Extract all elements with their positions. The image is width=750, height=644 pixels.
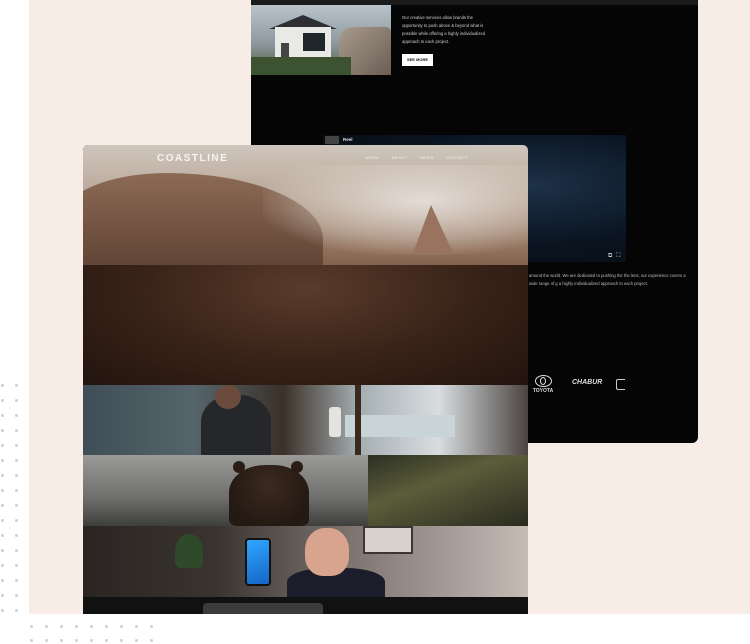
decorative-dot — [90, 639, 93, 642]
decorative-dot — [60, 625, 63, 628]
decorative-dot — [1, 504, 4, 507]
decorative-dot — [1, 474, 4, 477]
decorative-dot — [150, 625, 153, 628]
decorative-dot — [60, 639, 63, 642]
hero-coastline-image: COASTLINE WORK ABOUT NEWS CONTACT — [83, 145, 528, 385]
work-tile-bear[interactable] — [83, 455, 528, 526]
fullscreen-icon[interactable]: ⛶ — [616, 252, 620, 260]
decorative-dot — [90, 625, 93, 628]
decorative-dot — [1, 609, 4, 612]
video-channel-thumbnail — [325, 136, 339, 144]
decorative-dot — [15, 564, 18, 567]
bear-ear-left — [233, 461, 245, 473]
decorative-dot — [15, 444, 18, 447]
smartphone-screen — [245, 538, 271, 586]
decorative-dot — [15, 474, 18, 477]
decorative-dot — [15, 399, 18, 402]
client-logo-toyota: TOYOTA — [532, 375, 554, 395]
decorative-dot — [1, 384, 4, 387]
decorative-dot — [30, 639, 33, 642]
toyota-emblem-icon — [534, 375, 552, 387]
tile-smiling-man — [287, 528, 385, 597]
decorative-dot — [45, 639, 48, 642]
decorative-dot — [1, 549, 4, 552]
tile-tree — [355, 385, 361, 455]
see-more-button[interactable]: SEE MORE — [402, 54, 433, 66]
decorative-dot — [15, 594, 18, 597]
tile-water-bottle — [329, 407, 341, 437]
decorative-dot — [1, 444, 4, 447]
decorative-dot — [1, 429, 4, 432]
decorative-dot — [105, 625, 108, 628]
decorative-dot — [15, 489, 18, 492]
decorative-dot — [15, 609, 18, 612]
nav-about[interactable]: ABOUT — [391, 155, 407, 161]
decorative-dot — [1, 579, 4, 582]
decorative-dot — [135, 639, 138, 642]
about-paragraph: Our creative services allow brands the o… — [402, 15, 486, 44]
nav-news[interactable]: NEWS — [420, 155, 434, 161]
decorative-dot — [1, 459, 4, 462]
client-logo-partial — [616, 379, 625, 390]
house-window — [303, 33, 325, 51]
decorative-dot — [1, 519, 4, 522]
man-head — [305, 528, 349, 576]
picture-in-picture-icon[interactable]: ⧉ — [608, 252, 612, 260]
decorative-dot — [1, 564, 4, 567]
tile-foliage — [368, 455, 528, 526]
decorative-dot — [1, 594, 4, 597]
nav-work[interactable]: WORK — [365, 155, 379, 161]
front-page-window: COASTLINE WORK ABOUT NEWS CONTACT — [83, 145, 528, 614]
toyota-wordmark: TOYOTA — [532, 388, 554, 394]
decorative-dot — [15, 384, 18, 387]
decorative-dot — [15, 504, 18, 507]
decorative-dot — [120, 625, 123, 628]
client-logo-chabur: CHABUR — [572, 379, 603, 386]
bear-figure — [229, 465, 309, 526]
decorative-dot — [75, 639, 78, 642]
decorative-dot — [1, 399, 4, 402]
decorative-dot — [150, 639, 153, 642]
house-lawn — [251, 57, 351, 75]
tile-object — [203, 603, 323, 614]
decorative-dot — [15, 549, 18, 552]
video-title: Reel — [343, 137, 353, 142]
intro-paragraph-fragment: around the world. We are dedicated to pu… — [529, 273, 686, 286]
decorative-dot — [1, 414, 4, 417]
decorative-dot — [15, 579, 18, 582]
decorative-dot — [135, 625, 138, 628]
decorative-dot — [30, 625, 33, 628]
decorative-dot — [15, 414, 18, 417]
hero-foreground-shrubs — [83, 265, 528, 385]
decorative-dot — [1, 534, 4, 537]
bear-ear-right — [291, 461, 303, 473]
decorative-dot — [15, 534, 18, 537]
decorative-dot — [75, 625, 78, 628]
work-tile-partial[interactable] — [83, 597, 528, 614]
tile-person-head — [215, 385, 241, 409]
hero-sea-stack — [413, 205, 453, 253]
work-tile-outdoor-bottle[interactable] — [83, 385, 528, 455]
tile-ocean-background — [345, 415, 455, 437]
hero-mist — [263, 165, 528, 255]
decorative-dot — [15, 459, 18, 462]
tile-houseplant — [175, 534, 203, 568]
decorative-dot — [105, 639, 108, 642]
decorative-dot — [120, 639, 123, 642]
house-photo — [251, 5, 391, 75]
work-tile-phone-app[interactable] — [83, 526, 528, 597]
decorative-dot — [45, 625, 48, 628]
main-nav: WORK ABOUT NEWS CONTACT — [365, 155, 468, 161]
decorative-dot — [15, 519, 18, 522]
coastline-logo[interactable]: COASTLINE — [157, 153, 228, 165]
nav-contact[interactable]: CONTACT — [446, 155, 469, 161]
decorative-dot — [15, 429, 18, 432]
decorative-dot — [1, 489, 4, 492]
